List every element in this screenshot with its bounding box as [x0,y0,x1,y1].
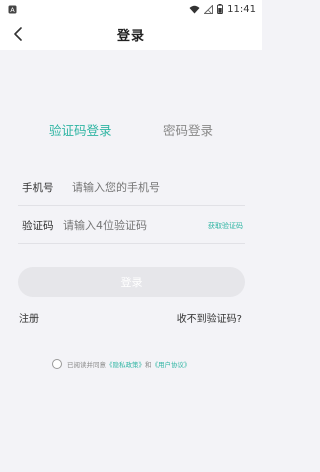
agree-radio[interactable] [52,359,62,369]
signal-off-icon [204,4,214,14]
agreement-row: 已阅读并同意 《隐私政策》 和 《用户协议》 [52,357,191,371]
status-left: A [8,5,17,14]
login-tabs: 验证码登录 密码登录 [0,116,262,140]
battery-icon [217,4,224,14]
code-input[interactable] [63,219,208,232]
agree-prefix: 已阅读并同意 [67,361,106,369]
user-agreement-link[interactable]: 《用户协议》 [152,359,191,369]
back-button[interactable] [8,24,28,44]
page-title: 登录 [116,28,145,44]
notification-a-icon: A [8,5,17,14]
code-label: 验证码 [22,220,54,232]
phone-field: 手机号 [18,170,245,206]
phone-label: 手机号 [22,182,54,194]
wifi-icon [189,5,200,13]
status-time: 11:41 [227,3,256,15]
tab-password-login[interactable]: 密码登录 [163,120,213,139]
register-link[interactable]: 注册 [19,310,39,325]
chevron-left-icon [14,27,22,41]
no-code-link[interactable]: 收不到验证码? [177,310,242,325]
code-field: 验证码 获取验证码 [18,208,245,244]
login-button[interactable]: 登录 [18,267,245,297]
tab-code-login[interactable]: 验证码登录 [49,120,112,139]
privacy-policy-link[interactable]: 《隐私政策》 [106,359,145,369]
phone-input[interactable] [72,181,245,194]
status-bar: A 11:41 [0,0,262,18]
get-code-button[interactable]: 获取验证码 [208,221,243,231]
status-right: 11:41 [189,4,256,15]
svg-text:A: A [10,6,15,14]
nav-bar: 登录 [0,18,262,50]
